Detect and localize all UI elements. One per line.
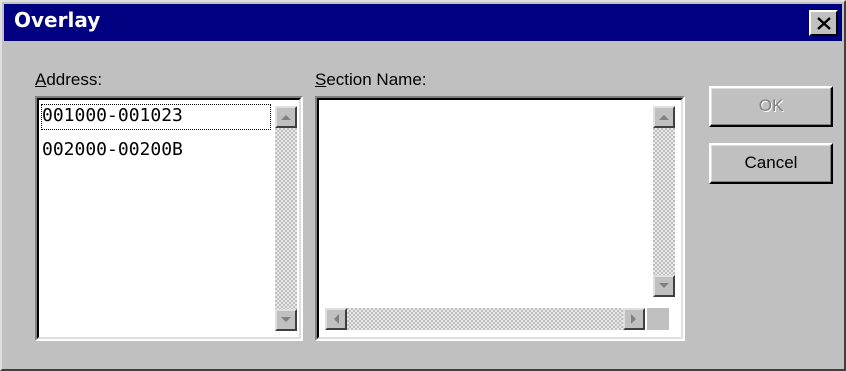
window-title: Overlay <box>14 8 101 32</box>
section-horizontal-scrollbar[interactable] <box>325 308 645 330</box>
section-scroll-up-button[interactable] <box>653 106 675 128</box>
close-button[interactable] <box>809 10 838 36</box>
cancel-button[interactable]: Cancel <box>709 143 833 184</box>
address-scroll-down-button[interactable] <box>275 309 297 331</box>
scrollbar-corner <box>647 308 669 330</box>
section-vertical-scrollbar[interactable] <box>653 106 675 297</box>
address-scroll-up-button[interactable] <box>275 106 297 128</box>
title-bar[interactable]: Overlay <box>4 4 842 41</box>
section-scroll-down-button[interactable] <box>653 275 675 297</box>
arrow-down-icon <box>281 317 291 322</box>
list-item[interactable]: 002000-00200B <box>41 138 271 164</box>
list-item[interactable]: 001000-001023 <box>41 104 271 130</box>
close-icon <box>816 16 831 30</box>
address-listbox[interactable]: 001000-001023 002000-00200B <box>35 96 303 341</box>
overlay-dialog: Overlay Address: 001000-001023 002000-00… <box>0 0 846 371</box>
arrow-up-icon <box>281 115 291 120</box>
section-label-accelerator: S <box>315 70 327 89</box>
section-name-listbox[interactable] <box>315 96 685 341</box>
address-label-text: ddress: <box>46 70 103 89</box>
address-label: Address: <box>35 70 102 90</box>
section-label-text: ection Name: <box>326 70 427 89</box>
section-scroll-left-button[interactable] <box>325 308 347 330</box>
arrow-left-icon <box>334 314 339 324</box>
arrow-down-icon <box>659 283 669 288</box>
address-vertical-scrollbar[interactable] <box>275 106 297 331</box>
arrow-right-icon <box>631 314 636 324</box>
section-scroll-right-button[interactable] <box>623 308 645 330</box>
ok-button[interactable]: OK <box>709 86 833 127</box>
section-name-label: Section Name: <box>315 70 427 90</box>
arrow-up-icon <box>659 115 669 120</box>
address-label-accelerator: A <box>35 70 47 89</box>
